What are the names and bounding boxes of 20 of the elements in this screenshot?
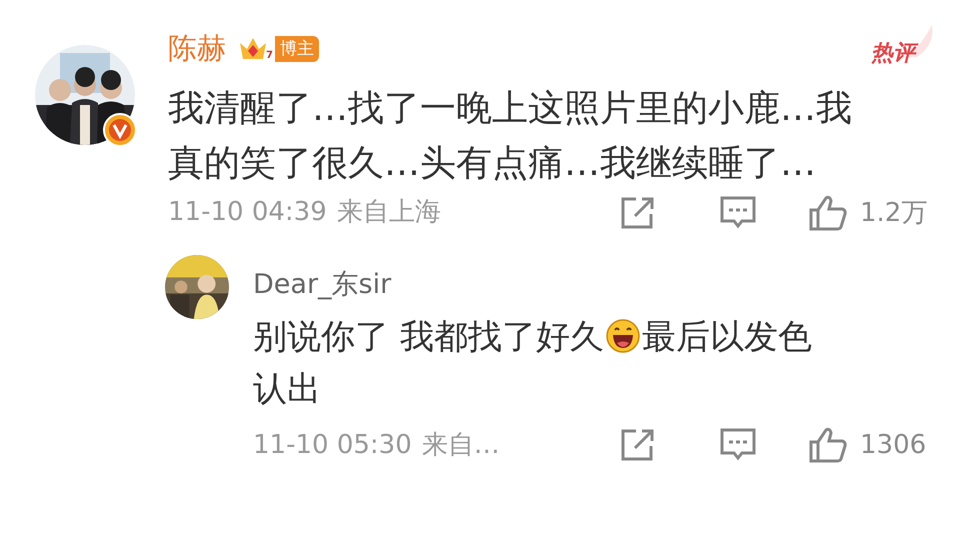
reply-author[interactable]: Dear_东sir: [253, 268, 392, 300]
reply-time: 11-10 05:30: [253, 428, 412, 462]
verified-icon: [103, 113, 137, 147]
reply-text: 别说你了 我都找了好久 最后以发色 认出: [253, 316, 813, 411]
like-button[interactable]: 1.2万: [788, 192, 928, 232]
like-button[interactable]: 1306: [788, 425, 928, 465]
reply-location: 来自…: [422, 428, 501, 462]
badge-label: 博主: [274, 36, 319, 62]
comment-text: 我清醒了…找了一晚上这照片里的小鹿…我 真的笑了很久…头有点痛…我继续睡了…: [168, 86, 853, 186]
share-icon: [620, 428, 656, 462]
share-icon: [620, 196, 656, 230]
comment-location: 来自上海: [336, 196, 442, 229]
thumbs-up-icon: [808, 426, 848, 464]
author-name[interactable]: 陈赫: [168, 27, 226, 70]
comment-icon: [719, 427, 757, 463]
comment-time: 11-10 04:39: [168, 196, 327, 229]
laughing-face-icon: [606, 319, 640, 353]
badge-level: 7: [266, 50, 273, 62]
thumbs-up-icon: [808, 194, 848, 232]
comment-icon: [719, 194, 757, 230]
